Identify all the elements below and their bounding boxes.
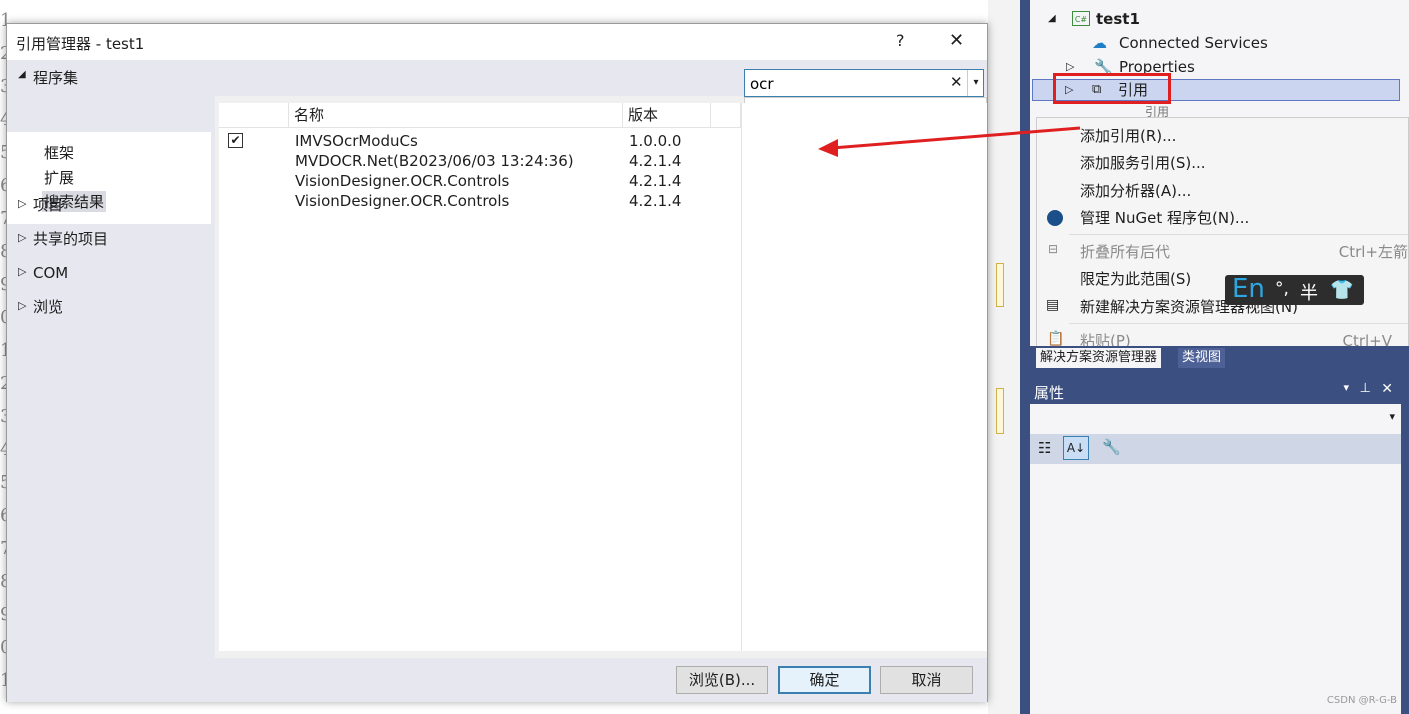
collapsed-arrow-icon[interactable]: ▷ (18, 231, 26, 244)
menu-item-manage-nuget[interactable]: 管理 NuGet 程序包(N)... (1080, 205, 1249, 231)
details-pane (741, 103, 987, 651)
column-header-check (219, 103, 289, 128)
object-dropdown[interactable]: ▾ (1389, 410, 1395, 423)
expanded-arrow-icon[interactable]: ◢ (18, 69, 26, 80)
category-projects[interactable]: 项目 (33, 194, 63, 216)
collapsed-arrow-icon[interactable]: ▷ (18, 197, 26, 210)
help-button[interactable]: ? (896, 31, 905, 50)
skin-icon[interactable]: 👕 (1330, 278, 1354, 301)
editor-scrollbar[interactable] (988, 0, 1020, 714)
reference-grid[interactable]: 名称 版本 ✔ IMVSOcrModuCs 1.0.0.0 MVDOCR.Net(B2… (219, 103, 741, 651)
menu-separator (1069, 323, 1408, 324)
category-panel: ◢ 程序集 框架 扩展 搜索结果 ▷ 项目 ▷ 共享的项目 ▷ COM ▷ 浏览 (7, 60, 215, 658)
subcategory-extensions[interactable]: 扩展 (44, 167, 74, 188)
row-name: MVDOCR.Net(B2023/06/03 13:24:36) (295, 152, 574, 170)
categorized-icon[interactable]: ☷ (1038, 439, 1051, 457)
search-dropdown-icon[interactable]: ▾ (967, 70, 984, 96)
watermark: CSDN @R-G-B (1326, 695, 1397, 706)
row-version: 4.2.1.4 (629, 152, 682, 170)
dialog-title-bar: 引用管理器 - test1 ? ✕ (7, 24, 987, 60)
cloud-icon: ☁ (1092, 34, 1107, 52)
table-row[interactable]: MVDOCR.Net(B2023/06/03 13:24:36) 4.2.1.4 (219, 151, 741, 171)
clear-search-icon[interactable]: ✕ (950, 73, 963, 91)
cancel-button[interactable]: 取消 (880, 666, 973, 694)
project-name: test1 (1096, 10, 1140, 28)
menu-item-scope-to-this[interactable]: 限定为此范围(S) (1080, 266, 1191, 292)
column-header-version[interactable]: 版本 (623, 103, 711, 128)
properties-title-bar: 属性 ▾ ⊥ ✕ (1030, 379, 1401, 404)
row-name: VisionDesigner.OCR.Controls (295, 172, 510, 190)
close-icon[interactable]: ✕ (1381, 381, 1393, 397)
ime-mode[interactable]: En (1232, 274, 1265, 304)
pin-icon[interactable]: ⊥ (1360, 381, 1371, 396)
ime-toolbar[interactable]: En °, 半 👕 (1225, 274, 1364, 305)
menu-item-add-analyzer[interactable]: 添加分析器(A)... (1080, 178, 1191, 204)
properties-toolbar: ☷ A↓ 🔧 (1030, 434, 1401, 464)
dialog-title: 引用管理器 - test1 (16, 35, 145, 53)
menu-item-add-service-reference[interactable]: 添加服务引用(S)... (1080, 150, 1206, 176)
row-checkbox[interactable]: ✔ (228, 133, 243, 148)
paste-icon: 📋 (1047, 331, 1065, 347)
category-com[interactable]: COM (33, 262, 68, 284)
close-button[interactable]: ✕ (949, 30, 964, 51)
collapsed-arrow-icon[interactable]: ▷ (18, 265, 26, 278)
search-input[interactable] (748, 72, 947, 96)
highlight-box (1053, 73, 1171, 104)
search-box[interactable]: ✕ ▾ (744, 69, 984, 97)
category-assemblies[interactable]: 程序集 (33, 67, 78, 89)
context-menu[interactable]: 添加引用(R)... 添加服务引用(S)... 添加分析器(A)... 管理 N… (1036, 117, 1409, 355)
property-pages-wrench-icon[interactable]: 🔧 (1102, 438, 1121, 456)
editor-marker (996, 388, 1004, 434)
dropdown-arrow-icon[interactable]: ▾ (1343, 381, 1349, 394)
table-row[interactable]: VisionDesigner.OCR.Controls 4.2.1.4 (219, 191, 741, 211)
properties-title: 属性 (1034, 384, 1065, 402)
ime-punct[interactable]: °, (1275, 279, 1289, 299)
category-browse[interactable]: 浏览 (33, 296, 63, 318)
collapsed-arrow-icon[interactable]: ▷ (18, 299, 26, 312)
row-version: 4.2.1.4 (629, 192, 682, 210)
collapse-icon: ⊟ (1048, 242, 1059, 256)
editor-marker (996, 263, 1004, 307)
table-row[interactable]: VisionDesigner.OCR.Controls 4.2.1.4 (219, 171, 741, 191)
row-name: IMVSOcrModuCs (295, 132, 418, 150)
explorer-tabs: 解决方案资源管理器 类视图 (1030, 346, 1409, 370)
reference-manager-dialog: 引用管理器 - test1 ? ✕ ◢ 程序集 框架 扩展 搜索结果 ▷ 项目 … (6, 23, 988, 702)
menu-item-add-reference[interactable]: 添加引用(R)... (1080, 123, 1176, 149)
dialog-button-bar: 浏览(B)... 确定 取消 (7, 658, 987, 702)
nuget-icon (1047, 210, 1063, 226)
new-view-icon: ▤ (1046, 297, 1060, 313)
tab-solution-explorer[interactable]: 解决方案资源管理器 (1036, 348, 1162, 368)
alphabetical-sort-icon[interactable]: A↓ (1063, 436, 1089, 460)
menu-separator (1069, 234, 1408, 235)
column-header-spacer (711, 103, 741, 128)
ime-width[interactable]: 半 (1300, 279, 1318, 305)
category-shared-projects[interactable]: 共享的项目 (33, 228, 108, 250)
table-row[interactable]: ✔ IMVSOcrModuCs 1.0.0.0 (219, 131, 741, 151)
expanded-arrow-icon[interactable]: ◢ (1048, 8, 1056, 30)
csharp-project-icon: C# (1072, 11, 1090, 26)
ok-button[interactable]: 确定 (778, 666, 871, 694)
menu-shortcut: Ctrl+左箭 (1338, 243, 1408, 261)
browse-button[interactable]: 浏览(B)... (676, 666, 768, 694)
row-version: 4.2.1.4 (629, 172, 682, 190)
subcategory-framework[interactable]: 框架 (44, 142, 74, 163)
menu-item-collapse-all[interactable]: 折叠所有后代 (1080, 239, 1170, 265)
row-version: 1.0.0.0 (629, 132, 682, 150)
column-header-name[interactable]: 名称 (289, 103, 623, 128)
row-name: VisionDesigner.OCR.Controls (295, 192, 510, 210)
tab-class-view[interactable]: 类视图 (1178, 348, 1226, 368)
tree-item-label: Connected Services (1119, 34, 1268, 52)
